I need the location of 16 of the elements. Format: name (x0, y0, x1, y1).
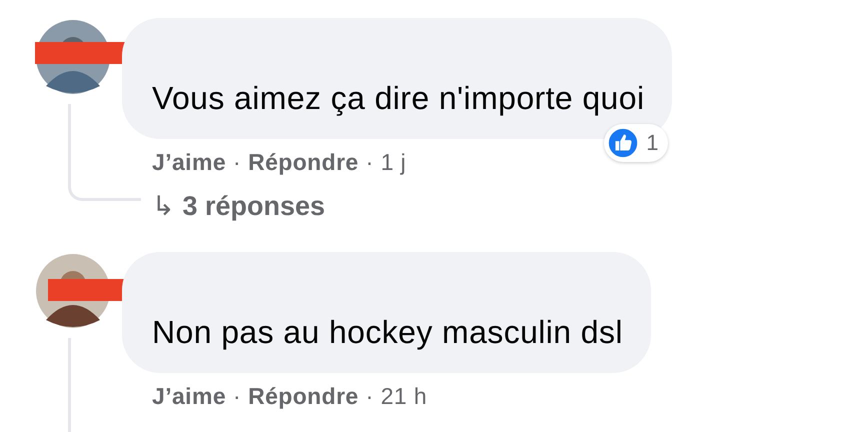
like-link[interactable]: J’aime (152, 383, 226, 410)
comment-text: Non pas au hockey masculin dsl (152, 314, 623, 350)
reply-link[interactable]: Répondre (248, 149, 359, 176)
view-replies-link[interactable]: ↳ 3 réponses (122, 190, 672, 222)
reaction-badge[interactable]: 1 (604, 124, 668, 162)
reply-link[interactable]: Répondre (248, 383, 359, 410)
separator-dot: · (366, 383, 374, 410)
thumbs-up-icon (606, 126, 640, 160)
timestamp: 21 h (380, 383, 428, 410)
separator-dot: · (233, 149, 242, 176)
timestamp: 1 j (380, 149, 406, 176)
comment-text: Vous aimez ça dire n'importe quoi (152, 80, 644, 116)
separator-dot: · (233, 383, 242, 410)
reaction-count: 1 (646, 130, 658, 156)
separator-dot: · (366, 149, 374, 176)
like-link[interactable]: J’aime (152, 149, 226, 176)
